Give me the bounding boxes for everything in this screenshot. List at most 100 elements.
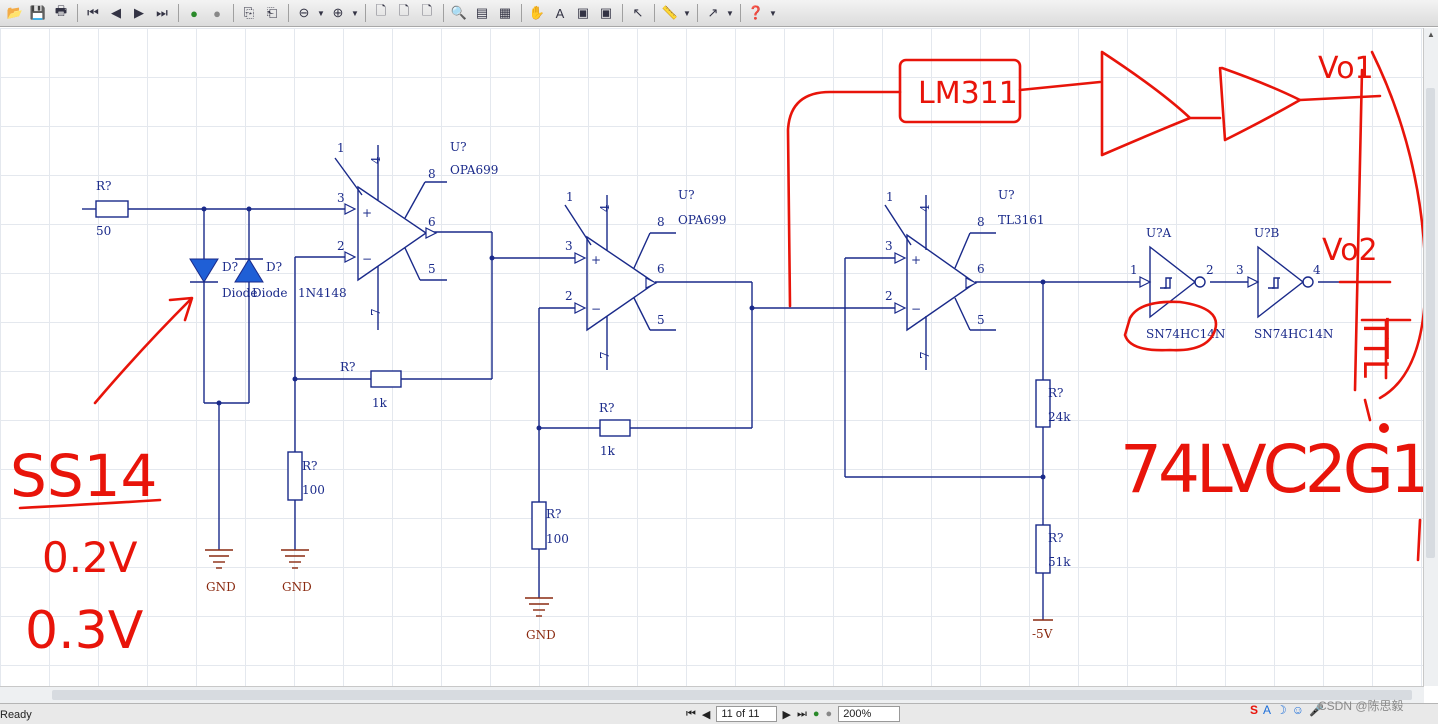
- resistor-gnd2: [531, 501, 547, 550]
- horizontal-scrollbar[interactable]: [0, 686, 1424, 703]
- circle-annotation: [1123, 300, 1218, 352]
- first-page-icon[interactable]: ⏮: [82, 2, 104, 24]
- image-two-icon[interactable]: ▣: [595, 2, 617, 24]
- pin-label: 6: [977, 262, 985, 276]
- plus-sign: +: [911, 253, 921, 267]
- gate-b-ref: U?B: [1254, 226, 1280, 240]
- toolbar-separator: [365, 4, 366, 22]
- pin-label: 3: [565, 239, 573, 253]
- pin-label: 2: [337, 239, 345, 253]
- prev-page-icon[interactable]: ◀: [702, 708, 710, 721]
- zoom-field[interactable]: 200%: [838, 706, 901, 722]
- u2-part: OPA699: [678, 213, 726, 227]
- ruler-icon[interactable]: 📏: [659, 2, 681, 24]
- gate-b-part: SN74HC14N: [1254, 327, 1333, 341]
- chevron-down-icon[interactable]: ▼: [350, 2, 360, 24]
- page-two-icon[interactable]: 🗋: [393, 2, 415, 24]
- supply-labels: GND GND GND -5V: [206, 580, 1053, 642]
- save-icon[interactable]: 💾: [27, 2, 49, 24]
- image-icon[interactable]: ▣: [572, 2, 594, 24]
- d2-name: Diode: [252, 286, 287, 300]
- pin-label: 6: [428, 215, 436, 229]
- minus-sign: −: [362, 252, 372, 266]
- plus-sign: +: [362, 206, 372, 220]
- r-gnd2-value: 100: [546, 532, 569, 546]
- stop-icon[interactable]: ●: [206, 2, 228, 24]
- buffer-sketch: [1100, 50, 1222, 157]
- help-icon[interactable]: ❓: [745, 2, 767, 24]
- stop-icon[interactable]: ●: [826, 708, 833, 720]
- arrow-annotation: [93, 298, 192, 405]
- chevron-down-icon[interactable]: ▼: [768, 2, 778, 24]
- prev-page-icon[interactable]: ◀: [105, 2, 127, 24]
- vertical-scrollbar[interactable]: ▲: [1423, 28, 1438, 686]
- v1-text: 0.2V: [42, 533, 138, 582]
- next-page-icon[interactable]: ▶: [783, 708, 791, 721]
- toolbar-separator: [622, 4, 623, 22]
- plus-sign: +: [591, 253, 601, 267]
- paste-icon[interactable]: ⎗: [261, 2, 283, 24]
- text-icon[interactable]: A: [549, 2, 571, 24]
- pin-label: 4: [369, 156, 383, 164]
- moon-icon[interactable]: ☽: [1276, 703, 1287, 717]
- pointer-icon[interactable]: ↖: [627, 2, 649, 24]
- pin-label: 2: [1206, 263, 1214, 277]
- hand-icon[interactable]: ✋: [526, 2, 548, 24]
- go-icon[interactable]: ●: [183, 2, 205, 24]
- next-page-icon[interactable]: ▶: [128, 2, 150, 24]
- pin-label: 1: [566, 190, 574, 204]
- table-icon[interactable]: ▤: [471, 2, 493, 24]
- schematic-canvas[interactable]: R? 50 D? Diode D? 1N4148 Diode U? OPA699…: [0, 28, 1424, 686]
- pin-label: 5: [977, 313, 985, 327]
- junctions: [201, 206, 1046, 480]
- r-div2-value: 51k: [1048, 555, 1071, 569]
- first-page-icon[interactable]: ⏮: [686, 708, 696, 721]
- chevron-down-icon[interactable]: ▼: [316, 2, 326, 24]
- print-icon[interactable]: 🖶: [50, 2, 72, 24]
- scroll-thumb[interactable]: [52, 690, 1412, 700]
- d2-part: 1N4148: [298, 286, 347, 300]
- u1-part: OPA699: [450, 163, 498, 177]
- last-page-icon[interactable]: ⏭: [797, 708, 807, 721]
- toolbar-separator: [740, 4, 741, 22]
- emoji-icon[interactable]: ☺: [1292, 703, 1304, 717]
- scroll-thumb[interactable]: [1426, 88, 1435, 558]
- r-input-ref: R?: [96, 179, 111, 193]
- gate-a-ref: U?A: [1146, 226, 1172, 240]
- font-icon[interactable]: A: [1263, 703, 1271, 717]
- toolbar-separator: [443, 4, 444, 22]
- page-field[interactable]: 11 of 11: [716, 706, 777, 722]
- toolbar-separator: [654, 4, 655, 22]
- v2-text: 0.3V: [25, 601, 144, 661]
- page-three-icon[interactable]: 🗋: [416, 2, 438, 24]
- arrow-icon[interactable]: ↗: [702, 2, 724, 24]
- pin-label: 1: [337, 141, 345, 155]
- toolbar-separator: [288, 4, 289, 22]
- page-navigation: ⏮ ◀ 11 of 11 ▶ ⏭ ● ● 200%: [686, 706, 901, 722]
- copy-icon[interactable]: ⎘: [238, 2, 260, 24]
- zoom-out-icon[interactable]: ⊖: [293, 2, 315, 24]
- scroll-up-icon[interactable]: ▲: [1424, 28, 1438, 42]
- chevron-down-icon[interactable]: ▼: [725, 2, 735, 24]
- page-icon[interactable]: 🗋: [370, 2, 392, 24]
- last-page-icon[interactable]: ⏭: [151, 2, 173, 24]
- r-fb2-ref: R?: [599, 401, 614, 415]
- minus-sign: −: [911, 302, 921, 316]
- find-icon[interactable]: 🔍: [448, 2, 470, 24]
- go-icon[interactable]: ●: [813, 708, 820, 720]
- r-gnd1-value: 100: [302, 483, 325, 497]
- toolbar-separator: [697, 4, 698, 22]
- open-icon[interactable]: 📂: [4, 2, 26, 24]
- r-div1-ref: R?: [1048, 386, 1063, 400]
- gnd-label: GND: [206, 580, 236, 594]
- pin-label: 2: [565, 289, 573, 303]
- toolbar-separator: [233, 4, 234, 22]
- resistor-input: [95, 200, 129, 218]
- u3-ref: U?: [998, 188, 1015, 202]
- neg-supply-label: -5V: [1032, 627, 1053, 641]
- chevron-down-icon[interactable]: ▼: [682, 2, 692, 24]
- pin-label: 1: [886, 190, 894, 204]
- zoom-in-icon[interactable]: ⊕: [327, 2, 349, 24]
- ss14-text: SS14: [10, 442, 157, 510]
- chart-icon[interactable]: ▦: [494, 2, 516, 24]
